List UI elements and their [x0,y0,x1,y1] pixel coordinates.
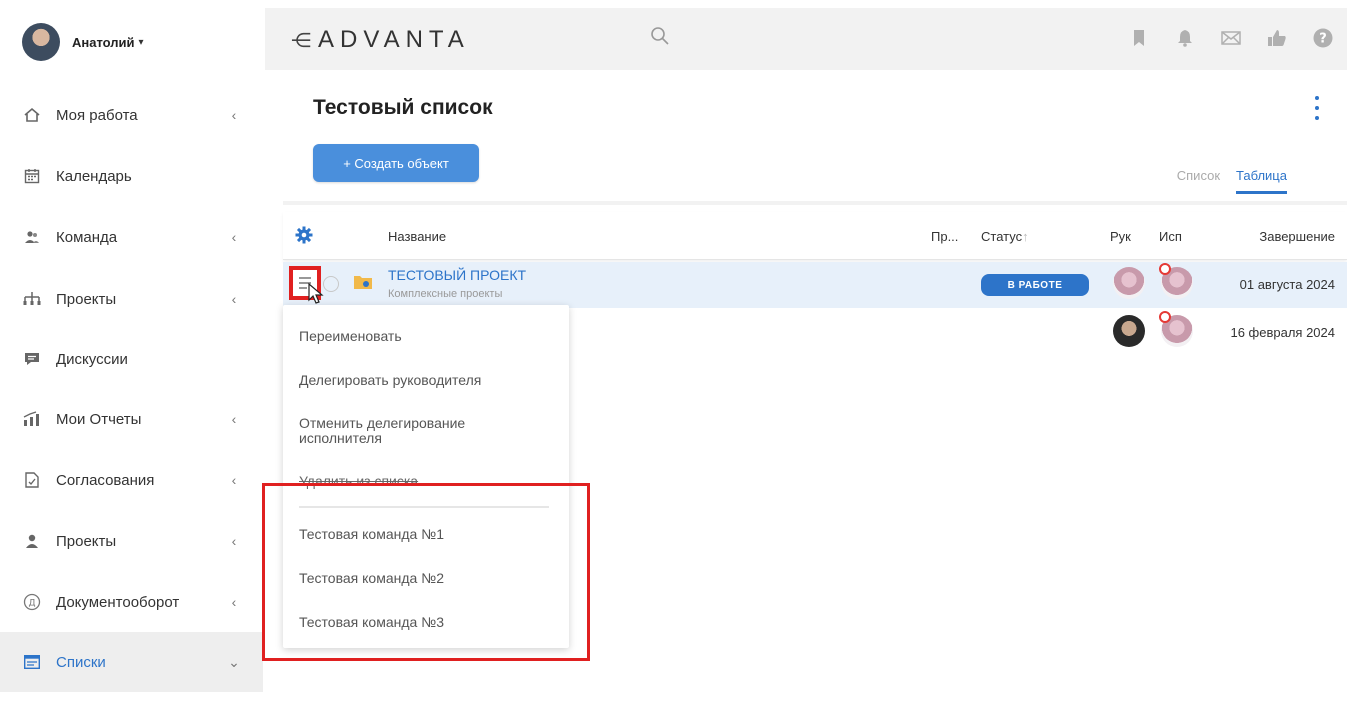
thumbs-up-icon[interactable] [1265,26,1289,50]
sidebar-item-label: Согласования [56,471,155,489]
sidebar-item-label: Календарь [56,167,132,185]
view-tabs: Список Таблица [1177,168,1287,194]
sidebar-item-team[interactable]: Команда ‹ [0,215,263,259]
tab-table[interactable]: Таблица [1236,168,1287,194]
column-status[interactable]: Статус↑ [981,229,1029,244]
sidebar-item-lists[interactable]: Списки ⌄ [0,632,263,692]
sidebar-item-my-work[interactable]: Моя работа ‹ [0,93,263,137]
executor-avatar[interactable] [1159,311,1193,347]
menu-item-team-1[interactable]: Тестовая команда №1 [299,527,559,542]
project-name-link[interactable]: ТЕСТОВЫЙ ПРОЕКТ [388,267,526,283]
sort-arrow-icon: ↑ [1022,229,1029,244]
sidebar-item-projects[interactable]: Проекты ‹ [0,277,263,321]
mail-icon[interactable] [1219,26,1243,50]
top-bar: ⋲ ADVANTA ? [265,8,1347,70]
row-checkbox[interactable] [323,276,339,292]
chevron-down-icon: ⌄ [228,653,240,670]
column-executor[interactable]: Исп [1159,229,1182,244]
column-priority[interactable]: Пр... [931,229,958,244]
chevron-left-icon: ‹ [231,291,237,307]
mouse-cursor-icon [308,283,324,304]
bookmark-icon[interactable] [1127,26,1151,50]
sidebar-item-label: Моя работа [56,106,138,124]
project-type: Комплексные проекты [388,288,503,300]
executor-avatar[interactable] [1159,263,1193,299]
reports-icon [22,409,42,429]
sidebar-item-calendar[interactable]: Календарь [0,154,263,198]
sidebar-item-projects-personal[interactable]: Проекты ‹ [0,519,263,563]
calendar-icon [22,166,42,186]
avatar [22,23,60,61]
end-date: 01 августа 2024 [1239,277,1335,292]
chat-icon [22,349,42,369]
hierarchy-icon [22,289,42,309]
menu-item-cancel-delegation[interactable]: Отменить делегирование исполнителя [299,416,519,446]
list-header-card: Тестовый список + Создать объект Список … [283,70,1347,205]
chevron-left-icon: ‹ [231,229,237,245]
svg-text:Д: Д [28,599,35,609]
row-context-menu: Переименовать Делегировать руководителя … [283,305,569,648]
sidebar-item-label: Проекты [56,532,117,550]
menu-item-rename[interactable]: Переименовать [299,329,559,344]
search-icon[interactable] [650,26,674,50]
chevron-left-icon: ‹ [231,594,237,610]
column-end-date[interactable]: Завершение [1259,229,1335,244]
menu-item-delegate-manager[interactable]: Делегировать руководителя [299,373,559,388]
delegation-badge-icon [1159,311,1171,323]
advanta-logo[interactable]: ⋲ ADVANTA [291,26,470,54]
sidebar-item-label: Мои Отчеты [56,410,142,428]
menu-divider [299,506,549,508]
chevron-left-icon: ‹ [231,411,237,427]
sidebar-item-label: Документооборот [56,593,180,611]
sidebar-item-label: Проекты [56,290,117,308]
sidebar-item-docflow[interactable]: Д Документооборот ‹ [0,580,263,624]
chevron-down-icon: ▾ [138,36,144,48]
sidebar-item-label: Дискуссии [56,350,128,368]
sidebar-item-label: Списки [56,653,106,671]
column-manager[interactable]: Рук [1110,229,1131,244]
sidebar: Анатолий ▾ Моя работа ‹ Календарь Команд… [0,0,263,701]
document-icon [22,470,42,490]
sidebar-item-discussions[interactable]: Дискуссии [0,337,263,381]
person-icon [22,531,42,551]
bell-icon[interactable] [1173,26,1197,50]
table-header: Название Пр... Статус↑ Рук Исп Завершени… [283,212,1347,260]
help-icon[interactable]: ? [1311,26,1335,50]
list-icon [22,652,42,672]
more-vertical-icon[interactable] [1312,96,1322,120]
menu-item-team-3[interactable]: Тестовая команда №3 [299,615,559,630]
team-icon [22,227,42,247]
home-icon [22,105,42,125]
docflow-icon: Д [22,592,42,612]
tab-list[interactable]: Список [1177,168,1220,194]
chevron-left-icon: ‹ [231,533,237,549]
menu-item-team-2[interactable]: Тестовая команда №2 [299,571,559,586]
logo-text: ADVANTA [318,26,470,53]
sidebar-item-label: Команда [56,228,118,246]
manager-avatar[interactable] [1113,267,1145,299]
gear-icon[interactable] [295,226,315,246]
status-badge: В РАБОТЕ [981,274,1089,296]
chevron-left-icon: ‹ [231,472,237,488]
end-date: 16 февраля 2024 [1230,325,1335,340]
sidebar-item-my-reports[interactable]: Мои Отчеты ‹ [0,397,263,441]
user-name: Анатолий [72,34,135,50]
column-name[interactable]: Название [388,229,446,244]
create-object-button[interactable]: + Создать объект [313,144,479,182]
svg-text:?: ? [1319,32,1327,47]
folder-icon [353,274,373,290]
column-status-label: Статус [981,229,1023,244]
user-menu[interactable]: Анатолий ▾ [22,22,144,62]
table-row[interactable]: ТЕСТОВЫЙ ПРОЕКТ Комплексные проекты В РА… [283,262,1347,308]
sidebar-item-approvals[interactable]: Согласования ‹ [0,458,263,502]
page-title: Тестовый список [313,96,493,119]
logo-mark: ⋲ [291,29,312,52]
delegation-badge-icon [1159,263,1171,275]
manager-avatar[interactable] [1113,315,1145,347]
header-actions: ? [1127,26,1335,50]
chevron-left-icon: ‹ [231,107,237,123]
menu-item-remove-from-list[interactable]: Удалить из списка [299,474,559,489]
